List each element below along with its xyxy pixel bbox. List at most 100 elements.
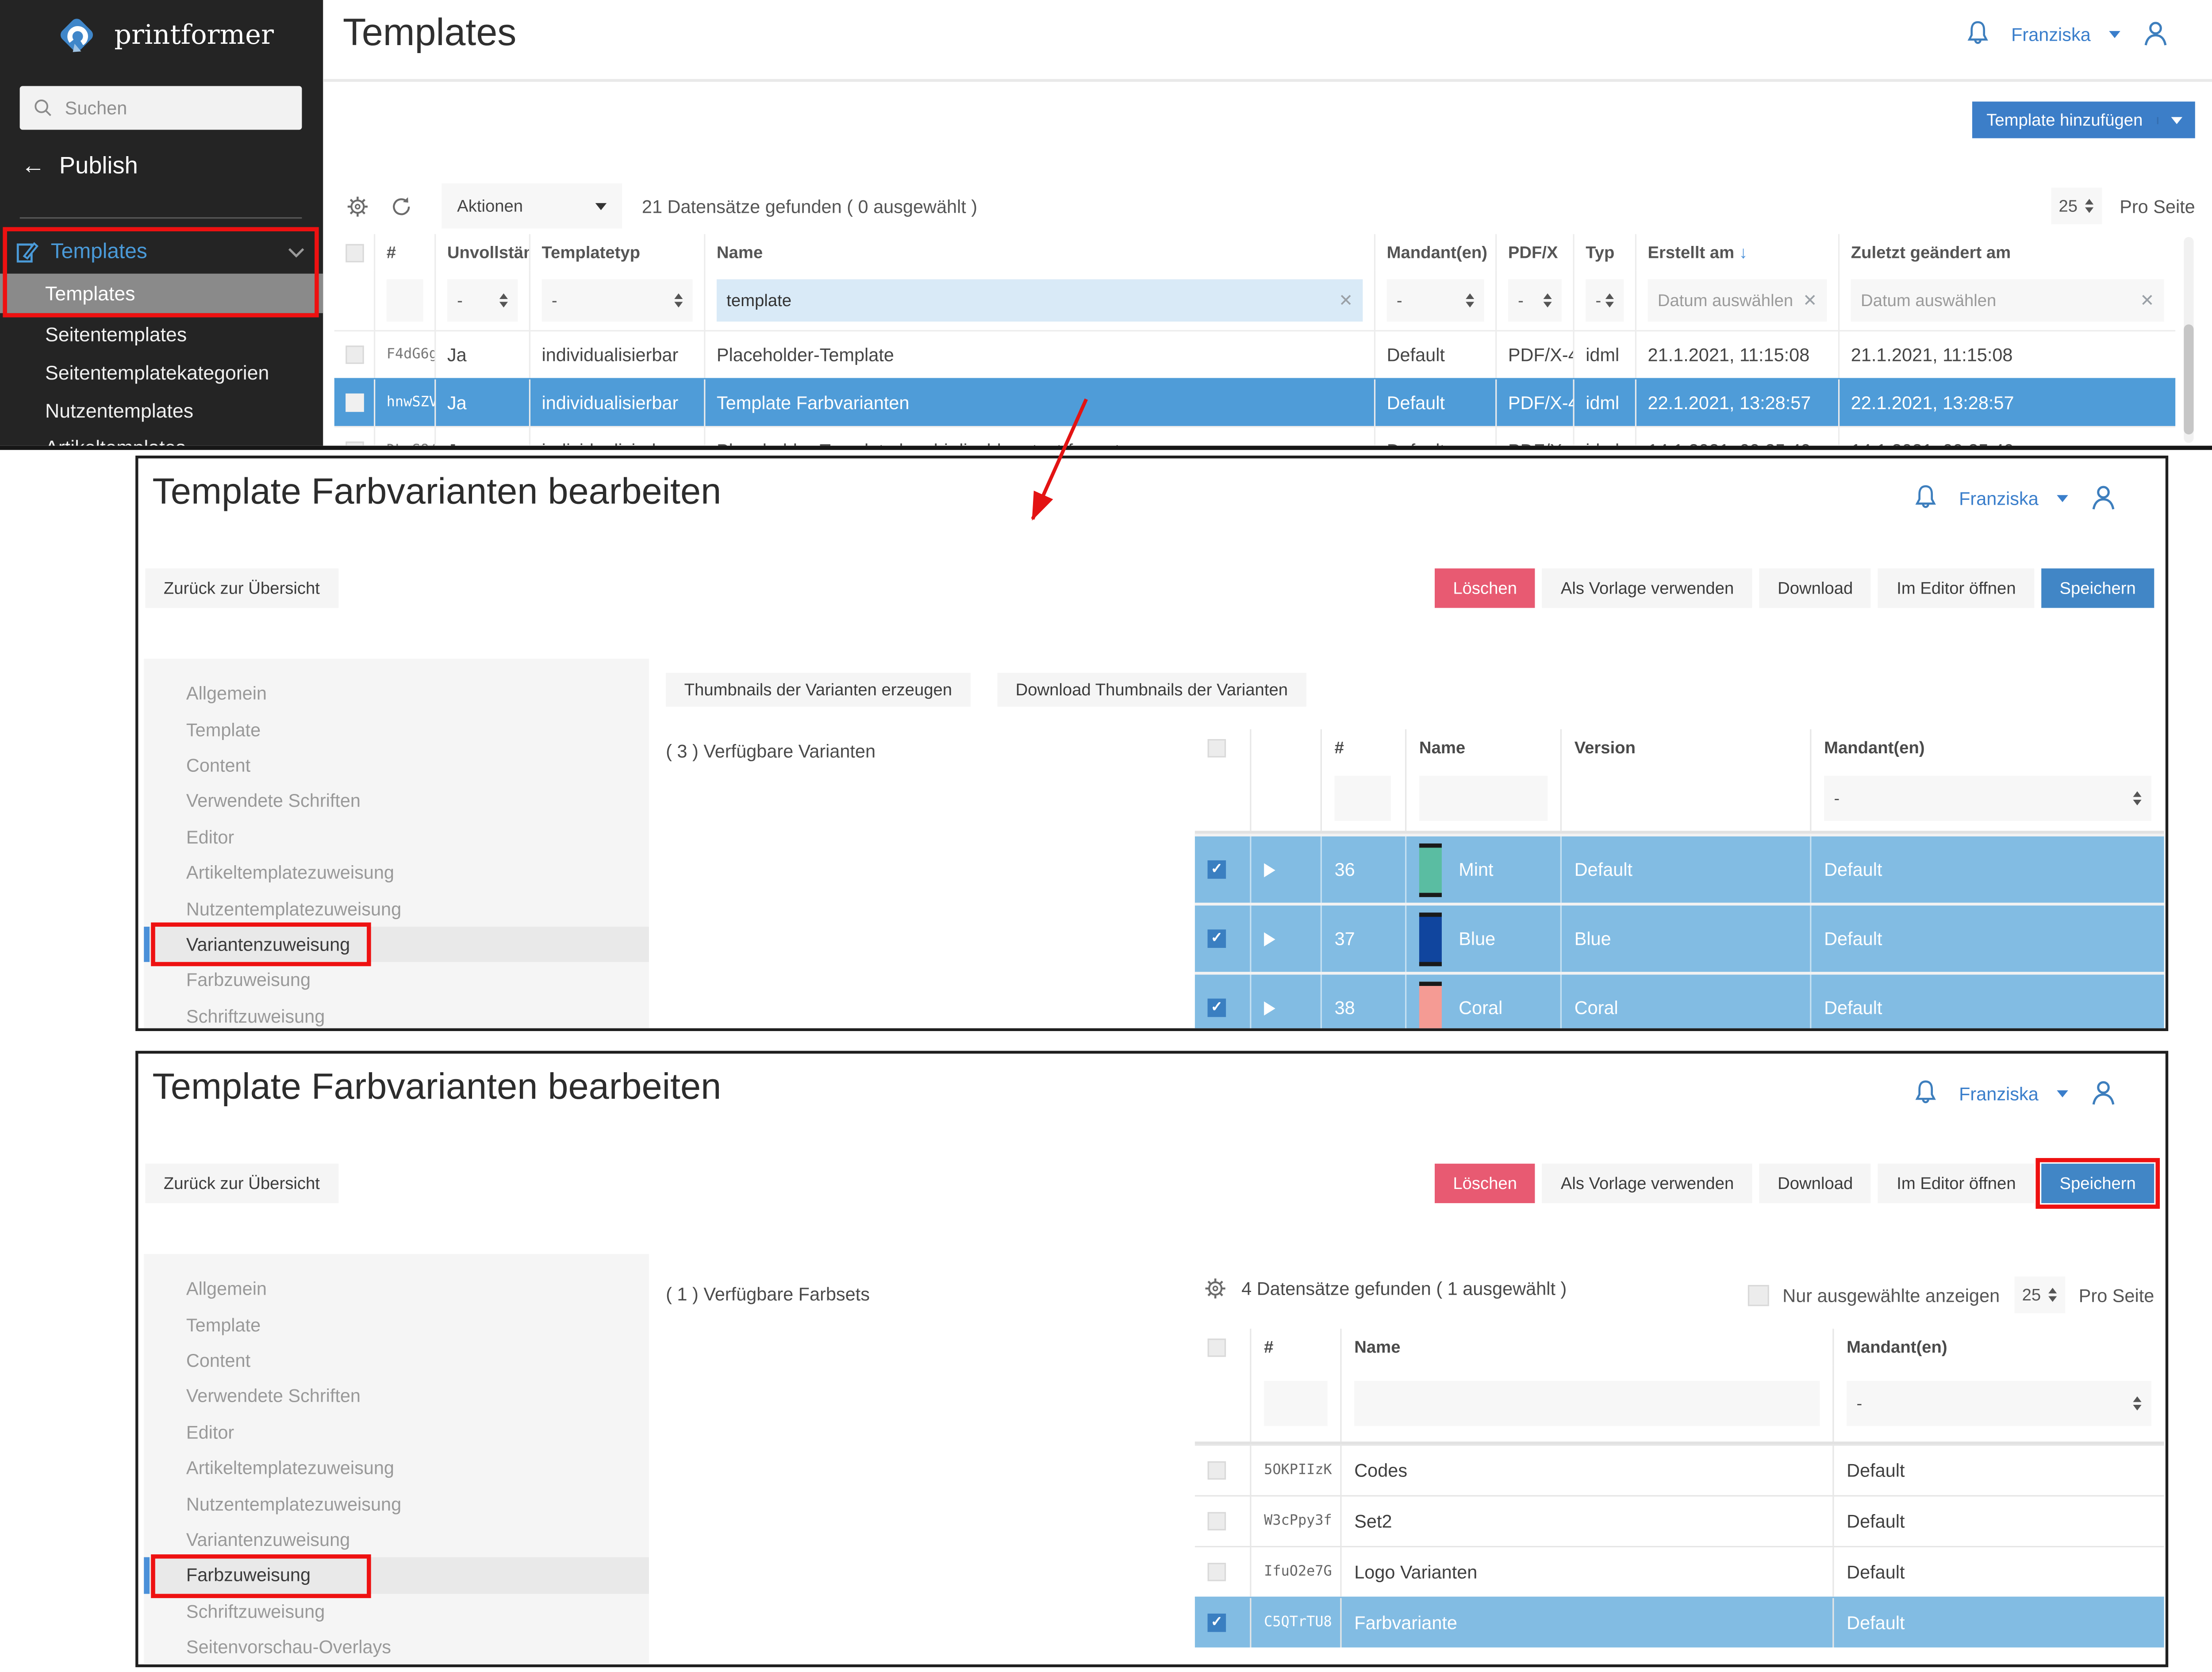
colorset-row-selected[interactable]: ✓ C5QTrTU8 Farbvariante Default [1195, 1597, 2164, 1648]
user-menu[interactable]: Franziska [1959, 487, 2039, 509]
use-as-template-button[interactable]: Als Vorlage verwenden [1542, 568, 1752, 608]
sidebar-item-seitentemplatekategorien[interactable]: Seitentemplatekategorien [0, 354, 323, 391]
clear-icon[interactable]: ✕ [2140, 291, 2154, 311]
filter-id-input[interactable] [1264, 1381, 1327, 1426]
notifications-bell-icon[interactable] [1962, 18, 1993, 49]
filter-typ-select[interactable]: - [1586, 279, 1624, 322]
nav-artikeltemplatezuweisung[interactable]: Artikeltemplatezuweisung [144, 855, 649, 890]
col-header-id[interactable]: # [1250, 1329, 1340, 1365]
logo[interactable]: printformer [0, 0, 323, 59]
col-header-created[interactable]: Erstellt am ↓ [1635, 234, 1838, 271]
nav-content[interactable]: Content [144, 747, 649, 783]
nav-variantenzuweisung[interactable]: Variantenzuweisung [144, 1522, 649, 1557]
gear-icon[interactable] [346, 194, 369, 218]
notifications-bell-icon[interactable] [1909, 483, 1940, 514]
user-caret-icon[interactable] [2057, 495, 2068, 502]
filter-modified-date-input[interactable]: Datum auswählen✕ [1851, 279, 2164, 322]
filter-name-input[interactable] [1354, 1381, 1820, 1426]
filter-name-input[interactable] [1419, 776, 1548, 821]
sidebar-item-templates-parent[interactable]: Templates [0, 231, 323, 272]
col-header-pdfx[interactable]: PDF/X [1495, 234, 1573, 271]
filter-mandant-select[interactable]: - [1387, 279, 1484, 322]
row-checkbox[interactable] [346, 441, 364, 450]
user-caret-icon[interactable] [2109, 31, 2120, 38]
col-header-type[interactable]: Templatetyp [529, 234, 704, 271]
nav-template[interactable]: Template [144, 711, 649, 747]
variant-row[interactable]: ✓ 38 Coral Coral Default [1195, 972, 2164, 1031]
open-in-editor-button[interactable]: Im Editor öffnen [1878, 1164, 2034, 1203]
sidebar-back-publish[interactable]: ← Publish [21, 152, 138, 180]
download-button[interactable]: Download [1759, 1164, 1871, 1203]
col-header-mandant[interactable]: Mandant(en) [1832, 1329, 2164, 1365]
row-checkbox[interactable] [346, 345, 364, 364]
nav-variantenzuweisung-active[interactable]: Variantenzuweisung [144, 926, 649, 962]
nav-template[interactable]: Template [144, 1307, 649, 1342]
variant-row[interactable]: ✓ 37 Blue Blue Default [1195, 903, 2164, 972]
back-to-overview-button[interactable]: Zurück zur Übersicht [145, 1164, 338, 1203]
col-header-mandant[interactable]: Mandant(en) [1810, 729, 2164, 766]
filter-name-input[interactable]: template✕ [717, 279, 1363, 322]
select-all-checkbox[interactable] [346, 243, 364, 261]
sidebar-item-templates[interactable]: Templates [0, 274, 323, 313]
open-in-editor-button[interactable]: Im Editor öffnen [1878, 568, 2034, 608]
gear-icon[interactable] [1203, 1277, 1227, 1300]
download-thumbnails-button[interactable]: Download Thumbnails der Varianten [997, 673, 1306, 707]
expand-icon[interactable] [1264, 1001, 1275, 1015]
table-row[interactable]: F4dG6gJJ Ja individualisierbar Placehold… [334, 330, 2175, 378]
add-template-button[interactable]: Template hinzufügen [1972, 102, 2195, 138]
delete-button[interactable]: Löschen [1435, 1164, 1536, 1203]
user-caret-icon[interactable] [2057, 1089, 2068, 1097]
refresh-icon[interactable] [389, 194, 413, 218]
col-header-id[interactable]: # [1321, 729, 1405, 766]
nav-nutzentemplatezuweisung[interactable]: Nutzentemplatezuweisung [144, 1486, 649, 1522]
expand-icon[interactable] [1264, 932, 1275, 946]
nav-verwendete-schriften[interactable]: Verwendete Schriften [144, 783, 649, 819]
use-as-template-button[interactable]: Als Vorlage verwenden [1542, 1164, 1752, 1203]
col-header-mandant[interactable]: Mandant(en) [1374, 234, 1495, 271]
expand-icon[interactable] [1264, 863, 1275, 877]
sidebar-item-seitentemplates[interactable]: Seitentemplates [0, 316, 323, 353]
col-header-version[interactable]: Version [1560, 729, 1810, 766]
table-row-selected[interactable]: hnwSZVjT Ja individualisierbar Template … [334, 378, 2175, 426]
delete-button[interactable]: Löschen [1435, 568, 1536, 608]
only-selected-checkbox[interactable] [1747, 1284, 1769, 1305]
clear-icon[interactable]: ✕ [1339, 291, 1353, 311]
notifications-bell-icon[interactable] [1909, 1078, 1940, 1108]
col-header-typ[interactable]: Typ [1573, 234, 1635, 271]
user-menu[interactable]: Franziska [2011, 23, 2091, 45]
colorset-row[interactable]: W3cPpy3f Set2 Default [1195, 1495, 2164, 1546]
scrollbar-thumb[interactable] [2184, 324, 2193, 434]
nav-editor[interactable]: Editor [144, 1414, 649, 1450]
row-checkbox-checked[interactable]: ✓ [1208, 1614, 1226, 1632]
table-row[interactable]: DLsS8450 Ja individualisierbar Placehold… [334, 426, 2175, 450]
colorset-row[interactable]: 5OKPIIzK Codes Default [1195, 1444, 2164, 1495]
filter-mandant-select[interactable]: - [1847, 1381, 2151, 1426]
per-page-select[interactable]: 25 [2014, 1277, 2065, 1313]
save-button[interactable]: Speichern [2041, 568, 2154, 608]
nav-artikeltemplatezuweisung[interactable]: Artikeltemplatezuweisung [144, 1450, 649, 1486]
download-button[interactable]: Download [1759, 568, 1871, 608]
col-header-name[interactable]: Name [1340, 1329, 1832, 1365]
col-header-name[interactable]: Name [1405, 729, 1560, 766]
row-checkbox[interactable] [1208, 1461, 1226, 1480]
col-header-modified[interactable]: Zuletzt geändert am [1838, 234, 2175, 271]
sidebar-item-nutzentemplates[interactable]: Nutzentemplates [0, 392, 323, 429]
nav-editor[interactable]: Editor [144, 819, 649, 855]
sidebar-item-artikeltemplates[interactable]: Artikeltemplates [0, 429, 323, 445]
col-header-incomplete[interactable]: Unvollständig [434, 234, 529, 271]
variant-row[interactable]: ✓ 36 Mint Default Default [1195, 834, 2164, 903]
clear-icon[interactable]: ✕ [1803, 291, 1817, 311]
nav-allgemein[interactable]: Allgemein [144, 675, 649, 711]
user-menu[interactable]: Franziska [1959, 1082, 2039, 1104]
filter-pdfx-select[interactable]: - [1508, 279, 1562, 322]
row-checkbox[interactable] [1208, 1563, 1226, 1581]
row-checkbox-checked[interactable]: ✓ [1208, 860, 1226, 878]
filter-id-input[interactable] [1335, 776, 1391, 821]
back-to-overview-button[interactable]: Zurück zur Übersicht [145, 568, 338, 608]
select-all-checkbox[interactable] [1208, 1338, 1226, 1356]
nav-nutzentemplatezuweisung[interactable]: Nutzentemplatezuweisung [144, 890, 649, 926]
user-avatar-icon[interactable] [2086, 481, 2120, 515]
col-header-name[interactable]: Name [704, 234, 1374, 271]
row-checkbox[interactable] [346, 394, 364, 412]
actions-dropdown[interactable]: Aktionen [442, 184, 622, 229]
